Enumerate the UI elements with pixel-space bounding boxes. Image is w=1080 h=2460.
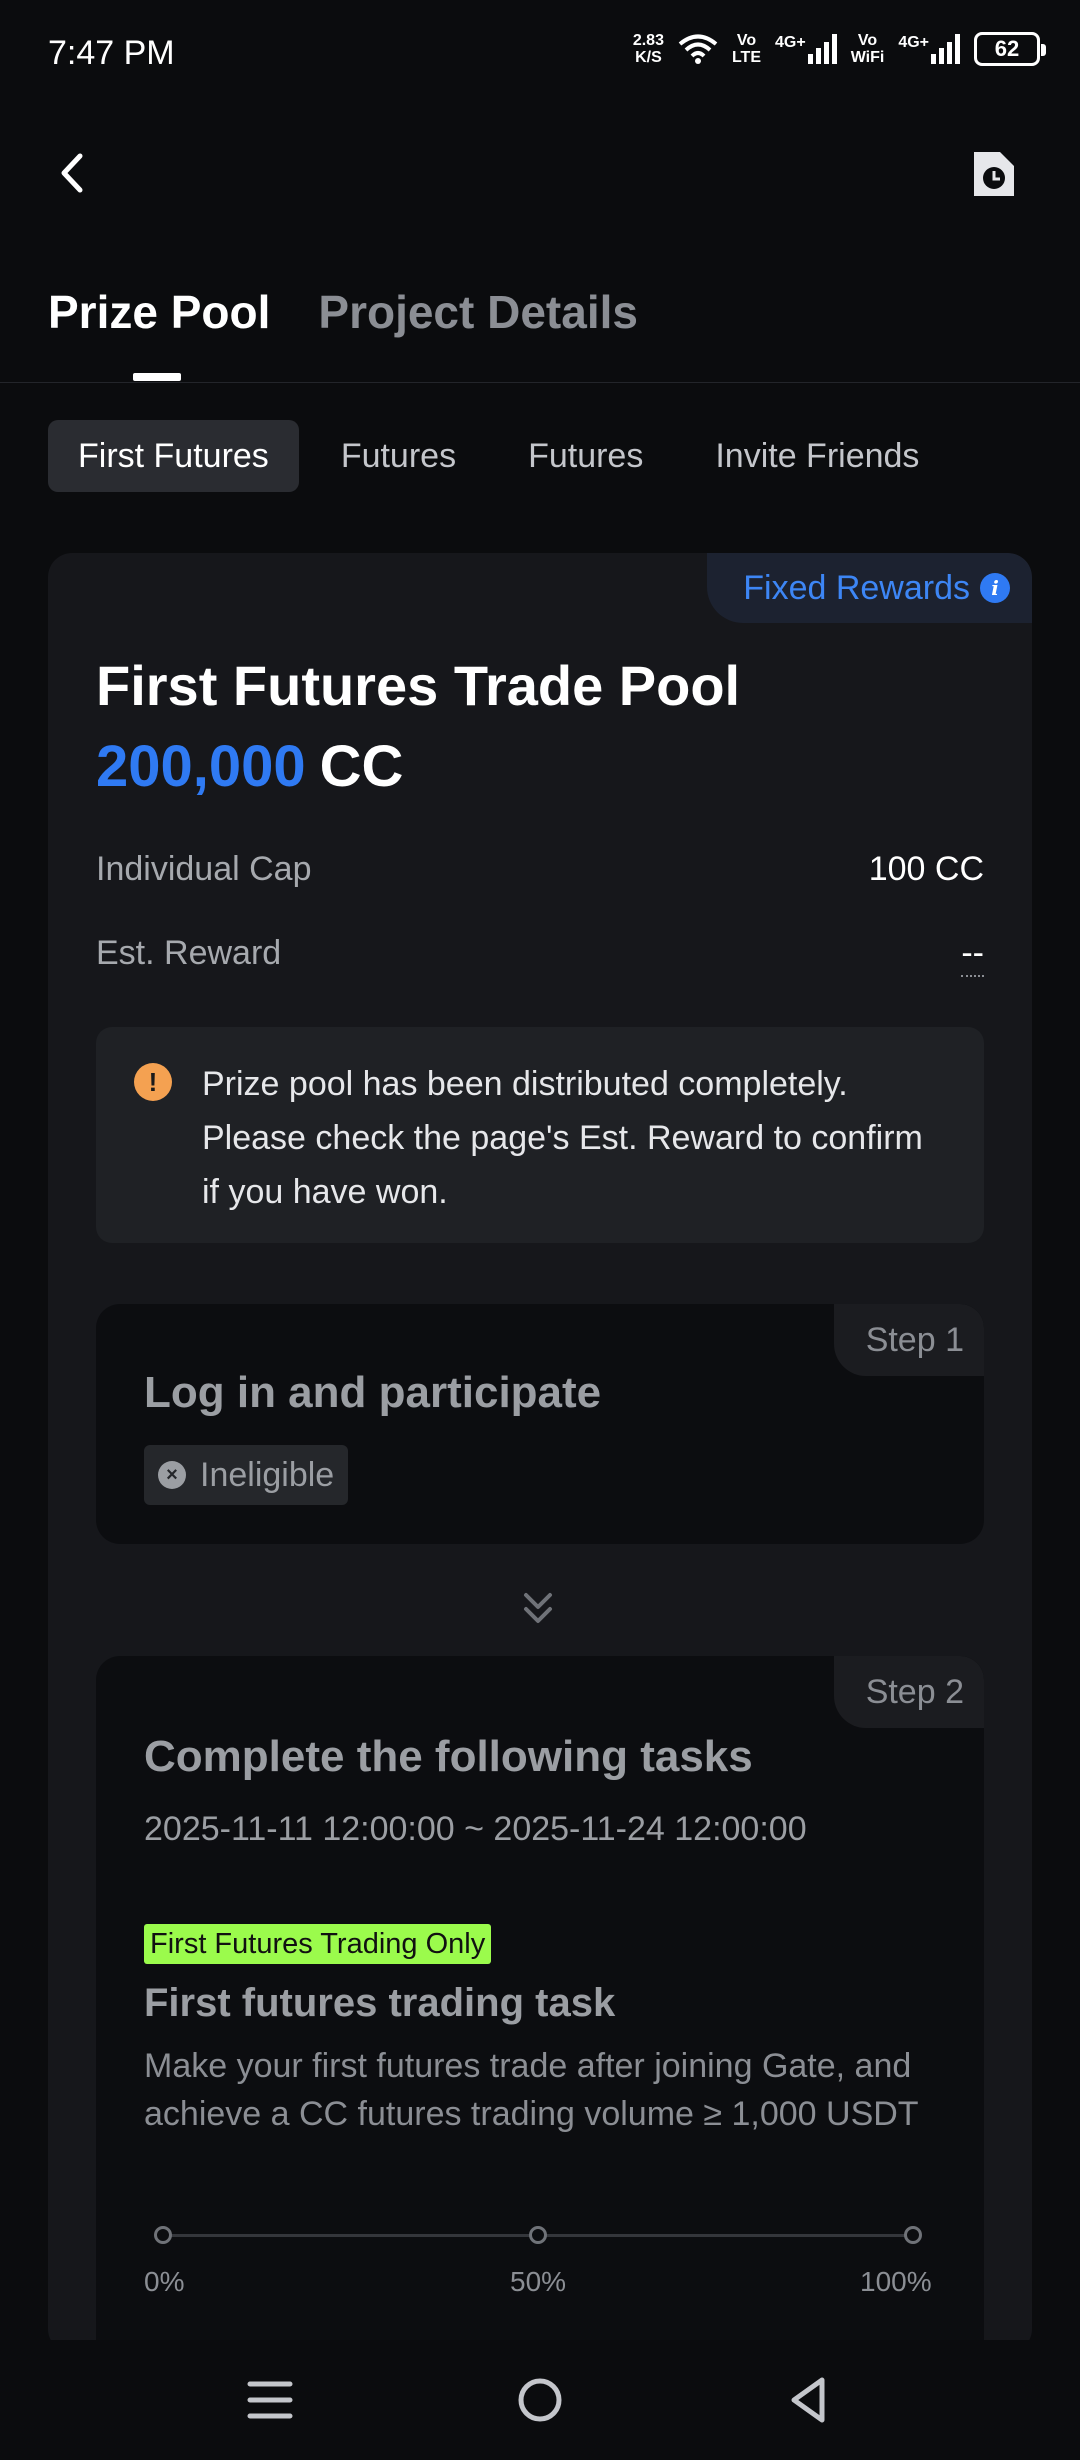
tab-project-details[interactable]: Project Details	[318, 285, 638, 339]
individual-cap-value: 100 CC	[868, 850, 984, 888]
progress-label-50: 50%	[510, 2266, 567, 2297]
status-time: 7:47 PM	[48, 34, 175, 72]
progress-node-100	[904, 2226, 922, 2244]
notice-text: Prize pool has been distributed complete…	[202, 1065, 923, 1211]
active-tab-indicator	[133, 373, 181, 381]
double-chevron-down-icon	[524, 1593, 552, 1623]
ineligible-label: Ineligible	[200, 1455, 335, 1494]
fixed-rewards-label: Fixed Rewards	[743, 568, 970, 607]
volte-indicator: Vo LTE	[731, 32, 761, 66]
task-description: Make your first futures trade after join…	[144, 2047, 919, 2133]
sub-tabs: First Futures Futures Futures Invite Fri…	[48, 420, 961, 492]
home-circle-icon[interactable]	[510, 2370, 570, 2430]
ineligible-badge: × Ineligible	[144, 1445, 349, 1505]
back-chevron-icon[interactable]	[50, 148, 100, 198]
status-bar: 7:47 PM 2.83 K/S Vo LTE 4G+ Vo WiFi 4G+	[0, 0, 1080, 110]
est-reward-row: Est. Reward --	[96, 934, 984, 977]
progress-label-100: 100%	[860, 2266, 932, 2297]
subtab-first-futures[interactable]: First Futures	[48, 420, 299, 492]
signal-icon: 4G+	[775, 34, 837, 64]
tabs-divider	[0, 382, 1080, 383]
individual-cap-label: Individual Cap	[96, 850, 312, 888]
battery-icon: 62	[974, 32, 1046, 66]
vowifi-indicator: Vo WiFi	[850, 32, 885, 66]
info-icon[interactable]: i	[980, 573, 1010, 603]
progress-label-0: 0%	[144, 2266, 185, 2297]
back-triangle-icon[interactable]	[780, 2370, 840, 2430]
pool-amount-value: 200,000	[96, 734, 306, 799]
pool-amount-unit: CC	[319, 734, 404, 799]
task-title: First futures trading task	[144, 1981, 616, 2025]
document-clock-icon[interactable]	[970, 148, 1018, 200]
est-reward-value[interactable]: --	[961, 934, 984, 977]
step-2-tag: Step 2	[833, 1656, 984, 1728]
task-date-range: 2025-11-11 12:00:00 ~ 2025-11-24 12:00:0…	[144, 1810, 807, 1848]
x-circle-icon: ×	[158, 1461, 186, 1489]
wifi-icon	[678, 34, 718, 64]
signal-icon-2: 4G+	[898, 34, 960, 64]
step-1-tag: Step 1	[833, 1304, 984, 1376]
step-1-title: Log in and participate	[144, 1368, 602, 1417]
subtab-futures-2[interactable]: Futures	[498, 420, 673, 492]
pool-title: First Futures Trade Pool	[96, 654, 741, 717]
step-1-card: Step 1 Log in and participate × Ineligib…	[96, 1304, 984, 1544]
progress-node-0	[154, 2226, 172, 2244]
distribution-notice: ! Prize pool has been distributed comple…	[96, 1027, 984, 1243]
step-2-card: Step 2 Complete the following tasks 2025…	[96, 1656, 984, 2353]
prize-pool-card: Fixed Rewards i First Futures Trade Pool…	[48, 553, 1032, 2353]
pool-amount: 200,000 CC	[96, 733, 403, 800]
subtab-futures-1[interactable]: Futures	[311, 420, 486, 492]
main-tabs: Prize Pool Project Details	[48, 285, 638, 339]
step-2-title: Complete the following tasks	[144, 1732, 753, 1781]
menu-icon[interactable]	[240, 2370, 300, 2430]
warning-icon: !	[134, 1063, 172, 1101]
net-speed: 2.83 K/S	[632, 32, 664, 66]
tab-prize-pool[interactable]: Prize Pool	[48, 285, 270, 339]
est-reward-label: Est. Reward	[96, 934, 282, 972]
individual-cap-row: Individual Cap 100 CC	[96, 850, 984, 889]
status-icons: 2.83 K/S Vo LTE 4G+ Vo WiFi 4G+ 62	[632, 32, 1046, 66]
system-nav-bar	[0, 2340, 1080, 2460]
fixed-rewards-badge[interactable]: Fixed Rewards i	[707, 553, 1032, 623]
subtab-invite-friends[interactable]: Invite Friends	[685, 420, 949, 492]
progress-node-50	[529, 2226, 547, 2244]
first-futures-only-badge: First Futures Trading Only	[144, 1924, 492, 1964]
